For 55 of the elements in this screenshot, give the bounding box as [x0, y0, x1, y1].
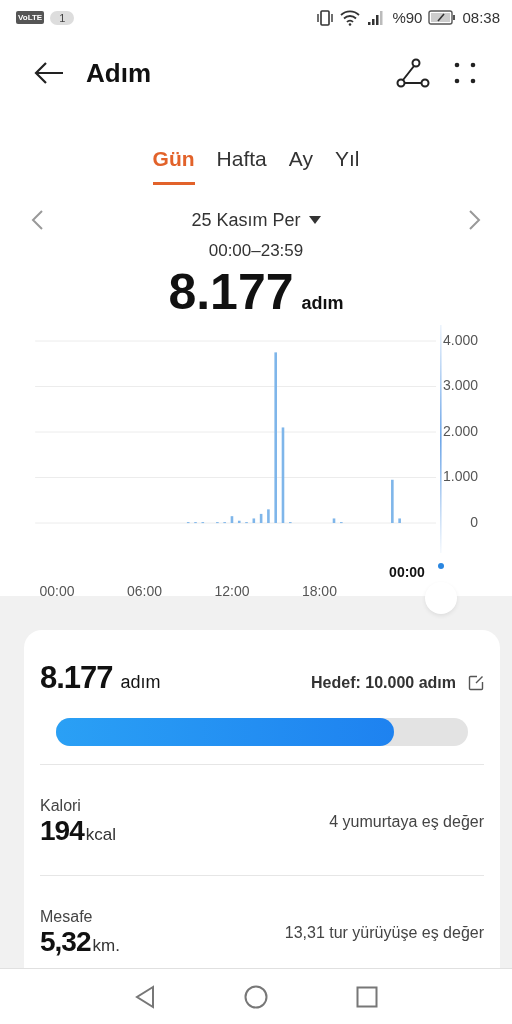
cursor-label: 00:00 — [389, 563, 425, 580]
goal-text: Hedef: 10.000 adım — [311, 674, 456, 693]
next-day-button[interactable] — [468, 209, 482, 232]
clock-time: 08:38 — [462, 9, 500, 27]
step-count-unit: adım — [120, 672, 161, 693]
x-axis-label: 18:00 — [301, 582, 337, 597]
chart-bar — [252, 518, 256, 523]
y-axis-label: 3.000 — [442, 376, 478, 393]
chart-bar — [259, 513, 263, 523]
period-tab[interactable]: Hafta — [216, 147, 267, 186]
metric-label: Kalori — [40, 797, 82, 816]
metric-value: 5,32 — [40, 926, 91, 958]
chart-bar — [237, 520, 241, 523]
time-range: 00:00–23:59 — [207, 240, 305, 261]
step-count: 8.177 — [40, 660, 113, 696]
metric-label: Mesafe — [40, 908, 94, 927]
metric-equivalent: 13,31 tur yürüyüşe eş değer — [284, 924, 484, 943]
nodes-icon[interactable] — [396, 58, 430, 89]
y-axis-label: 1.000 — [442, 467, 478, 484]
home-nav-button[interactable] — [244, 984, 268, 1009]
step-unit: adım — [301, 292, 344, 314]
period-tab[interactable]: Ay — [288, 147, 313, 186]
y-axis-label: 0 — [470, 513, 478, 530]
back-button[interactable] — [34, 61, 64, 86]
battery-icon — [428, 10, 457, 26]
recents-nav-button[interactable] — [356, 985, 378, 1008]
scrubber-handle[interactable] — [425, 582, 457, 615]
x-axis-label: 06:00 — [126, 582, 162, 597]
metric-equivalent: 4 yumurtaya eş değer — [329, 813, 484, 832]
caret-icon — [308, 215, 321, 225]
network-badge: VoLTE — [16, 11, 45, 25]
wifi-icon — [340, 9, 361, 26]
metric-value: 194 — [40, 815, 84, 847]
y-axis-label: 4.000 — [442, 331, 478, 348]
chart-bar — [391, 479, 394, 523]
back-nav-button[interactable] — [134, 984, 156, 1009]
chart-bar — [398, 518, 401, 523]
chart-bar — [230, 515, 234, 523]
page-title: Adım — [86, 57, 152, 89]
battery-percent: %90 — [392, 9, 423, 27]
y-axis-label: 2.000 — [442, 422, 478, 439]
edit-icon[interactable] — [468, 675, 484, 692]
chart-bar — [267, 509, 270, 523]
period-tab[interactable]: Yıl — [334, 147, 360, 186]
sim-badge: 1 — [50, 10, 75, 25]
metric-unit: km. — [92, 936, 120, 956]
cursor-dot — [438, 562, 444, 569]
x-axis-label: 00:00 — [39, 582, 75, 597]
metric-unit: kcal — [85, 825, 116, 845]
x-axis-label: 12:00 — [214, 582, 250, 597]
vibrate-icon — [316, 9, 335, 26]
chart-bar — [332, 518, 336, 523]
previous-day-button[interactable] — [30, 209, 44, 232]
step-total: 8.177 — [168, 262, 294, 321]
date-selector[interactable]: 25 Kasım Per — [185, 208, 327, 232]
